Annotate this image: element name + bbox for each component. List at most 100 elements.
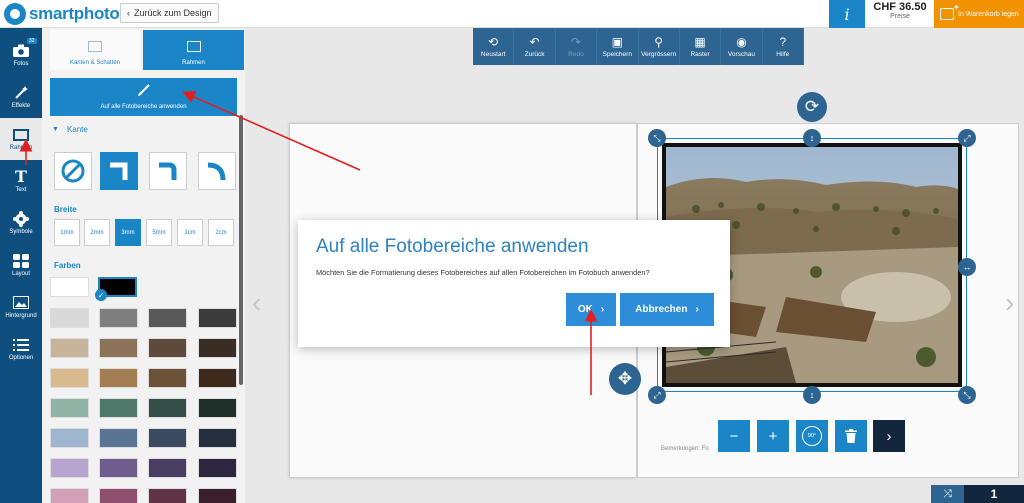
rail-item-text[interactable]: T Text bbox=[0, 160, 42, 202]
toolbar-vergrössern-button[interactable]: ⚲ Vergrössern bbox=[639, 28, 680, 65]
rail-item-effekte[interactable]: Effekte bbox=[0, 76, 42, 118]
dialog-message: Möchten Sie die Formatierung dieses Foto… bbox=[316, 268, 650, 277]
resize-handle-top-right[interactable]: ⤢ bbox=[958, 129, 976, 147]
color-swatch[interactable] bbox=[99, 308, 138, 328]
color-swatch[interactable] bbox=[148, 368, 187, 388]
color-swatch[interactable] bbox=[50, 458, 89, 478]
no-symbol-icon bbox=[61, 159, 85, 183]
toolbar-zurück-button[interactable]: ↶ Zurück bbox=[514, 28, 556, 65]
color-swatch[interactable] bbox=[198, 368, 237, 388]
color-swatch[interactable] bbox=[50, 277, 89, 297]
color-swatch[interactable] bbox=[99, 368, 138, 388]
color-swatch[interactable] bbox=[148, 398, 187, 418]
color-swatch[interactable] bbox=[198, 458, 237, 478]
zoom-in-button[interactable]: + bbox=[757, 420, 789, 452]
next-page-arrow[interactable]: › bbox=[1005, 287, 1014, 319]
resize-handle-bottom-right[interactable]: ⤡ bbox=[958, 386, 976, 404]
move-arrows-icon: ✥ bbox=[617, 369, 633, 388]
round-corner-icon bbox=[207, 162, 226, 181]
cart-label: In Warenkorb legen bbox=[958, 10, 1019, 18]
color-swatch[interactable] bbox=[50, 488, 89, 503]
logo[interactable]: smartphoto bbox=[4, 3, 120, 25]
color-swatch[interactable] bbox=[50, 338, 89, 358]
next-photo-button[interactable]: › bbox=[873, 420, 905, 452]
move-handle[interactable]: ✥ bbox=[609, 363, 641, 395]
width-option[interactable]: 2mm bbox=[84, 219, 110, 246]
resize-handle-right[interactable]: ↔ bbox=[958, 258, 976, 276]
color-swatch[interactable] bbox=[198, 398, 237, 418]
page-number[interactable]: 1 bbox=[964, 485, 1024, 503]
apply-to-all-button[interactable]: Auf alle Fotobereiche anwenden bbox=[50, 78, 237, 116]
corner-none-option[interactable] bbox=[54, 152, 92, 190]
color-swatch[interactable] bbox=[50, 398, 89, 418]
resize-diagonal-icon: ⤡ bbox=[963, 389, 971, 400]
color-swatch[interactable] bbox=[99, 338, 138, 358]
photo-count-badge: 32 bbox=[27, 38, 37, 44]
layout-icon bbox=[13, 253, 29, 268]
resize-handle-top[interactable]: ↕ bbox=[803, 129, 821, 147]
width-option[interactable]: 1mm bbox=[54, 219, 80, 246]
color-swatch[interactable] bbox=[50, 308, 89, 328]
delete-photo-button[interactable] bbox=[835, 420, 867, 452]
color-swatch[interactable] bbox=[148, 488, 187, 503]
color-swatch[interactable] bbox=[198, 308, 237, 328]
toolbar-vorschau-button[interactable]: ◉ Vorschau bbox=[721, 28, 763, 65]
toolbar-redo-button[interactable]: ↷ Redo bbox=[556, 28, 598, 65]
corner-round-option[interactable] bbox=[198, 152, 236, 190]
add-to-cart-button[interactable]: In Warenkorb legen bbox=[934, 0, 1024, 28]
rail-label: Layout bbox=[11, 270, 30, 277]
toolbar-raster-button[interactable]: ▦ Raster bbox=[680, 28, 722, 65]
kante-section-header[interactable]: ▼ Kante bbox=[52, 125, 88, 134]
width-option[interactable]: 5mm bbox=[146, 219, 172, 246]
resize-handle-bottom[interactable]: ↕ bbox=[803, 386, 821, 404]
page-navigator: ⤨ 1 bbox=[931, 485, 1024, 503]
rail-item-rahmen[interactable]: Rahmen bbox=[0, 118, 42, 160]
width-option[interactable]: 2cm bbox=[208, 219, 234, 246]
cart-icon bbox=[940, 2, 959, 20]
resize-handle-bottom-left[interactable]: ⤢ bbox=[648, 386, 666, 404]
shuffle-button[interactable]: ⤨ bbox=[931, 485, 964, 503]
color-swatch[interactable] bbox=[99, 428, 138, 448]
resize-handle-top-left[interactable]: ⤡ bbox=[648, 129, 666, 147]
corner-square-option[interactable] bbox=[100, 152, 138, 190]
width-option-selected[interactable]: 3mm bbox=[115, 219, 141, 246]
color-swatch[interactable] bbox=[198, 488, 237, 503]
toolbar-speichern-button[interactable]: ▣ Speichern bbox=[597, 28, 639, 65]
color-swatch[interactable] bbox=[50, 428, 89, 448]
color-swatch[interactable] bbox=[148, 338, 187, 358]
ok-button[interactable]: OK › bbox=[566, 293, 616, 326]
color-swatch[interactable] bbox=[148, 428, 187, 448]
cancel-button[interactable]: Abbrechen › bbox=[620, 293, 714, 326]
color-swatch[interactable] bbox=[198, 338, 237, 358]
width-option[interactable]: 1cm bbox=[177, 219, 203, 246]
corner-rounded-option[interactable] bbox=[149, 152, 187, 190]
rotate-90-button[interactable]: 90° bbox=[796, 420, 828, 452]
rail-label: Text bbox=[15, 186, 27, 193]
color-swatch[interactable] bbox=[99, 488, 138, 503]
info-button[interactable]: i bbox=[829, 0, 865, 28]
toolbar-hilfe-button[interactable]: ? Hilfe bbox=[763, 28, 804, 65]
toolbar-neustart-button[interactable]: ⟲ Neustart bbox=[473, 28, 515, 65]
color-swatch[interactable] bbox=[99, 398, 138, 418]
toolbar-label: Redo bbox=[568, 50, 584, 58]
back-to-design-button[interactable]: ‹ Zurück zum Design bbox=[120, 3, 219, 23]
frame-icon bbox=[186, 41, 201, 52]
photo-caption[interactable]: Bemerkungen: Fo bbox=[661, 446, 709, 452]
color-swatch[interactable] bbox=[198, 428, 237, 448]
panel-scrollbar[interactable] bbox=[239, 115, 243, 385]
rail-item-layout[interactable]: Layout bbox=[0, 244, 42, 286]
rotate-handle[interactable]: ⟳ bbox=[797, 92, 827, 122]
rail-item-fotos[interactable]: Fotos 32 bbox=[0, 34, 42, 76]
rail-item-hintergrund[interactable]: Hintergrund bbox=[0, 286, 42, 328]
color-swatch[interactable] bbox=[148, 308, 187, 328]
tab-rahmen[interactable]: Rahmen bbox=[143, 30, 244, 70]
rail-item-symbole[interactable]: Symbole bbox=[0, 202, 42, 244]
zoom-out-button[interactable]: − bbox=[718, 420, 750, 452]
previous-page-arrow[interactable]: ‹ bbox=[252, 287, 261, 319]
color-swatch[interactable] bbox=[50, 368, 89, 388]
rail-item-optionen[interactable]: Optionen bbox=[0, 328, 42, 370]
price-display[interactable]: CHF 36.50 Preise bbox=[866, 0, 934, 28]
color-swatch[interactable] bbox=[148, 458, 187, 478]
color-swatch[interactable] bbox=[99, 458, 138, 478]
tab-kanten-schatten[interactable]: Kanten & Schatten bbox=[50, 30, 140, 70]
